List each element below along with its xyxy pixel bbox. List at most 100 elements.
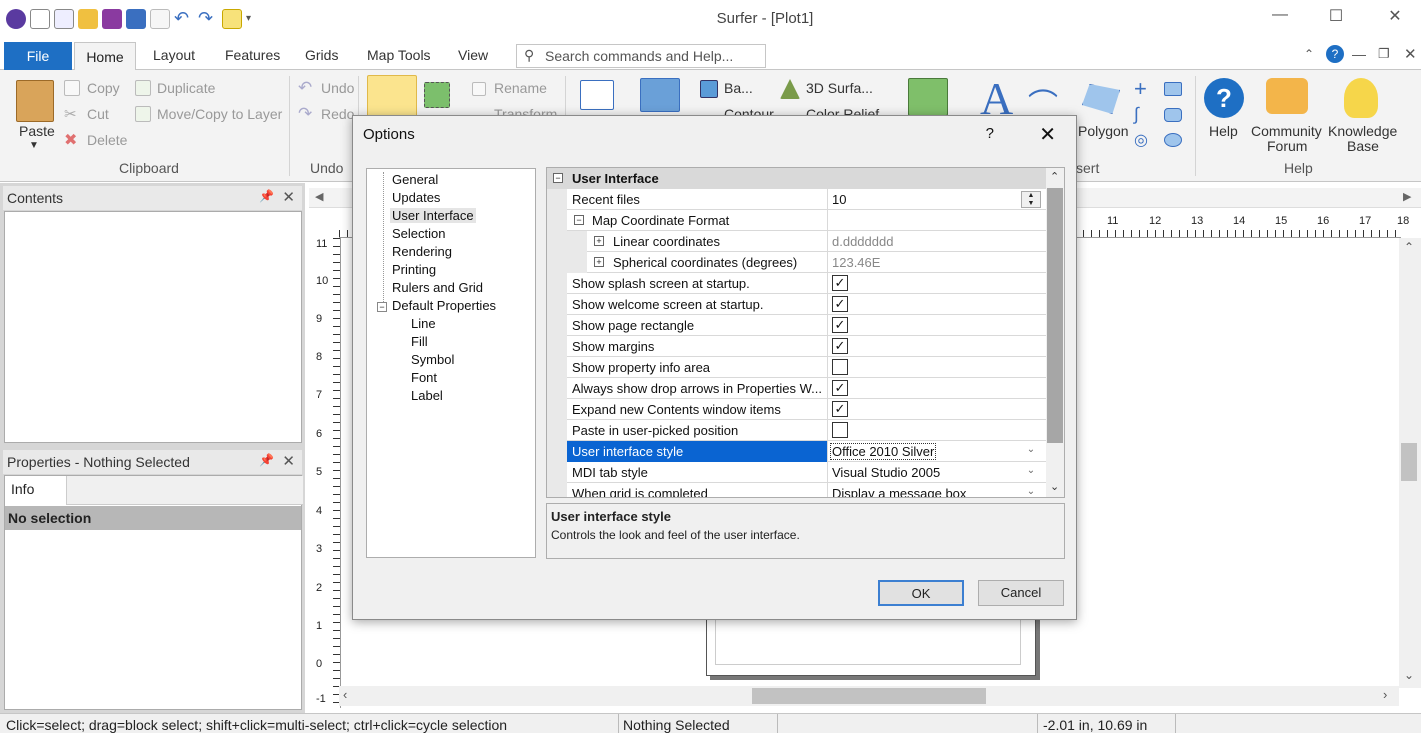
checkbox[interactable] <box>832 359 848 375</box>
scroll-up-icon[interactable]: ⌃ <box>1050 170 1059 183</box>
spline-icon[interactable]: ∫ <box>1134 104 1139 125</box>
tree-item-selection[interactable]: Selection <box>392 226 445 241</box>
scroll-left-icon[interactable]: ‹ <box>343 687 347 702</box>
collapse-icon[interactable]: − <box>377 302 387 312</box>
grid-row[interactable]: Always show drop arrows in Properties W.… <box>547 378 1047 399</box>
tree-item-printing[interactable]: Printing <box>392 262 436 277</box>
mdi-style-select[interactable]: Visual Studio 2005 <box>832 465 940 480</box>
tree-item-font[interactable]: Font <box>411 370 437 385</box>
grid-row[interactable]: + Linear coordinates d.ddddddd <box>547 231 1047 252</box>
checkbox[interactable]: ✓ <box>832 296 848 312</box>
select-tool-icon[interactable] <box>367 75 417 120</box>
scroll-down-icon[interactable]: ⌄ <box>1050 480 1059 493</box>
grid-row[interactable]: + Spherical coordinates (degrees) 123.46… <box>547 252 1047 273</box>
grid-row[interactable]: MDI tab style Visual Studio 2005 ⌄ <box>547 462 1047 483</box>
scroll-thumb[interactable] <box>752 688 986 704</box>
paste-dropdown-icon[interactable]: ▼ <box>29 140 39 151</box>
delete-button[interactable]: Delete <box>87 132 127 148</box>
scroll-right-icon[interactable]: ▶ <box>1403 190 1411 203</box>
grid-row[interactable]: Show margins ✓ <box>547 336 1047 357</box>
scroll-thumb[interactable] <box>1047 188 1063 443</box>
mdi-restore-icon[interactable]: ❐ <box>1378 46 1390 62</box>
cancel-button[interactable]: Cancel <box>978 580 1064 606</box>
chevron-down-icon[interactable]: ⌄ <box>1021 444 1041 459</box>
help-big-icon[interactable]: ? <box>1204 78 1244 118</box>
add-layer-icon[interactable] <box>908 78 948 116</box>
grid-row[interactable]: Show property info area <box>547 357 1047 378</box>
paste-icon[interactable] <box>16 80 54 122</box>
point-icon[interactable]: + <box>1134 76 1147 102</box>
scroll-right-icon[interactable]: › <box>1383 687 1387 702</box>
surface-3d-button[interactable]: 3D Surfa... <box>806 80 873 96</box>
checkbox[interactable]: ✓ <box>832 401 848 417</box>
grid-complete-select[interactable]: Display a message box <box>832 486 966 497</box>
tab-home[interactable]: Home <box>74 42 136 71</box>
grid-row[interactable]: When grid is completed Display a message… <box>547 483 1047 497</box>
mdi-minimize-icon[interactable]: — <box>1352 46 1366 62</box>
maximize-button[interactable]: ☐ <box>1321 6 1351 30</box>
redo-button[interactable]: Redo <box>321 106 354 122</box>
dialog-help-button[interactable]: ? <box>986 125 994 142</box>
checkbox[interactable]: ✓ <box>832 275 848 291</box>
collapse-icon[interactable]: − <box>553 173 563 183</box>
move-copy-button[interactable]: Move/Copy to Layer <box>157 106 282 122</box>
grid-row[interactable]: Paste in user-picked position <box>547 420 1047 441</box>
spinner-icon[interactable]: ▲ ▼ <box>1021 191 1041 208</box>
contents-tree[interactable] <box>4 211 302 443</box>
grid-row[interactable]: − Map Coordinate Format <box>547 210 1047 231</box>
close-icon[interactable]: ✕ <box>282 188 295 206</box>
knowledge-base-icon[interactable] <box>1344 78 1378 118</box>
close-button[interactable]: ✕ <box>1380 6 1410 30</box>
tab-grids[interactable]: Grids <box>305 47 338 63</box>
expand-icon[interactable]: + <box>594 257 604 267</box>
checkbox[interactable] <box>832 422 848 438</box>
grid-row[interactable]: Expand new Contents window items ✓ <box>547 399 1047 420</box>
checkbox[interactable]: ✓ <box>832 317 848 333</box>
grid-data-icon[interactable] <box>580 80 614 110</box>
horizontal-scrollbar[interactable]: ‹ › <box>339 686 1399 706</box>
checkbox[interactable]: ✓ <box>832 338 848 354</box>
checkbox[interactable]: ✓ <box>832 380 848 396</box>
tree-item-rendering[interactable]: Rendering <box>392 244 452 259</box>
help-icon[interactable]: ? <box>1326 45 1344 63</box>
chevron-down-icon[interactable]: ⌄ <box>1021 465 1041 480</box>
duplicate-button[interactable]: Duplicate <box>157 80 215 96</box>
ellipse-icon[interactable] <box>1164 133 1182 147</box>
paste-button[interactable]: Paste <box>19 123 55 139</box>
undo-button[interactable]: Undo <box>321 80 354 96</box>
pin-icon[interactable]: 📌 <box>259 453 274 467</box>
tree-item-rulers-grid[interactable]: Rulers and Grid <box>392 280 483 295</box>
expand-icon[interactable]: + <box>594 236 604 246</box>
pin-icon[interactable]: 📌 <box>259 189 274 203</box>
chevron-down-icon[interactable]: ⌄ <box>1021 486 1041 497</box>
grid-row-selected[interactable]: User interface style Office 2010 Silver … <box>547 441 1047 462</box>
cut-button[interactable]: Cut <box>87 106 109 122</box>
tab-map-tools[interactable]: Map Tools <box>367 47 431 63</box>
tree-item-label[interactable]: Label <box>411 388 443 403</box>
search-input[interactable]: Search commands and Help... <box>516 44 766 68</box>
polygon-button[interactable]: Polygon <box>1078 123 1129 139</box>
tab-file[interactable]: File <box>4 42 72 70</box>
scroll-down-icon[interactable]: ⌄ <box>1404 668 1414 682</box>
grid-row[interactable]: Show page rectangle ✓ <box>547 315 1047 336</box>
community-forum-label-2[interactable]: Forum <box>1267 138 1307 154</box>
row-value[interactable]: d.ddddddd <box>832 234 893 249</box>
tree-item-user-interface[interactable]: User Interface <box>390 208 476 223</box>
tab-features[interactable]: Features <box>225 47 280 63</box>
dialog-close-button[interactable]: ✕ <box>1039 122 1056 147</box>
tree-item-line[interactable]: Line <box>411 316 436 331</box>
grid-row[interactable]: Recent files 10 ▲ ▼ <box>547 189 1047 210</box>
grid-row[interactable]: Show splash screen at startup. ✓ <box>547 273 1047 294</box>
community-forum-label-1[interactable]: Community <box>1251 123 1322 139</box>
collapse-icon[interactable]: − <box>574 215 584 225</box>
recent-files-input[interactable]: 10 <box>832 192 846 207</box>
symbol-icon[interactable]: ◎ <box>1134 130 1148 150</box>
community-forum-icon[interactable] <box>1266 78 1308 114</box>
tree-item-fill[interactable]: Fill <box>411 334 428 349</box>
ui-style-select[interactable]: Office 2010 Silver <box>830 443 937 460</box>
collapse-ribbon-icon[interactable]: ⌃ <box>1304 47 1314 61</box>
map-wizard-icon[interactable] <box>640 78 680 112</box>
tab-layout[interactable]: Layout <box>153 47 195 63</box>
scroll-up-icon[interactable]: ⌃ <box>1404 240 1414 254</box>
ok-button[interactable]: OK <box>878 580 964 606</box>
